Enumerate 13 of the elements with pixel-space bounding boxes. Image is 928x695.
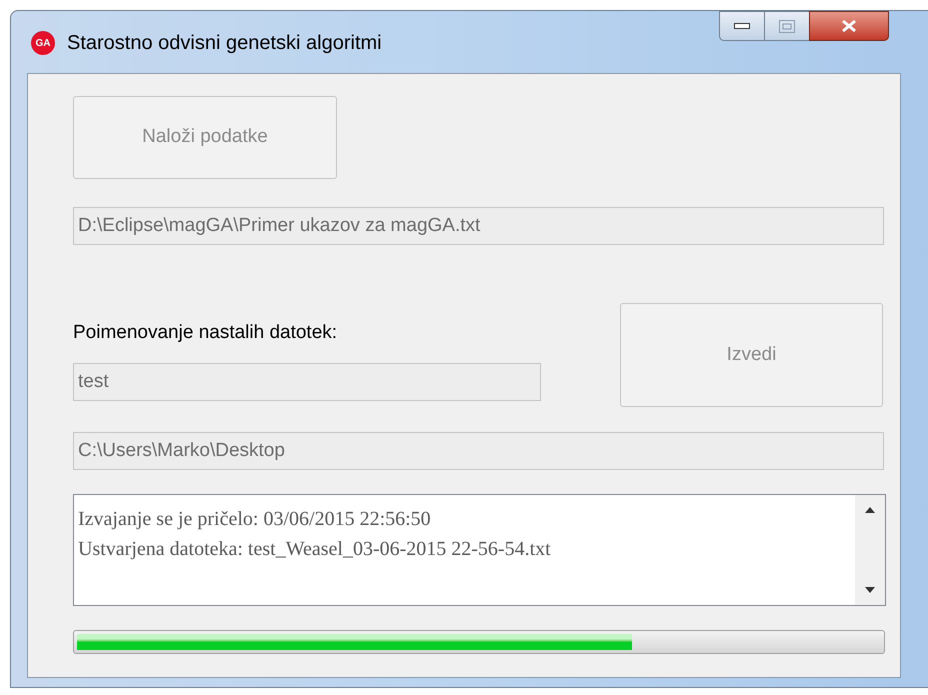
close-icon xyxy=(841,19,857,33)
close-button[interactable] xyxy=(809,11,889,41)
log-line: Izvajanje se je pričelo: 03/06/2015 22:56:50 xyxy=(78,507,432,532)
scroll-up-icon xyxy=(865,507,875,513)
scrollbar[interactable] xyxy=(855,495,885,605)
scroll-down-icon xyxy=(865,587,875,593)
maximize-icon xyxy=(779,20,795,32)
window-title: Starostno odvisni genetski algoritmi xyxy=(67,31,382,55)
naming-label: Poimenovanje nastalih datotek: xyxy=(73,321,338,345)
minimize-button[interactable] xyxy=(719,11,765,41)
log-line: Ustvarjena datoteka: test_Weasel_03-06-2015 22-56-54.txt xyxy=(78,537,552,562)
logo-icon: GA xyxy=(31,31,55,55)
minimize-icon xyxy=(734,23,750,29)
